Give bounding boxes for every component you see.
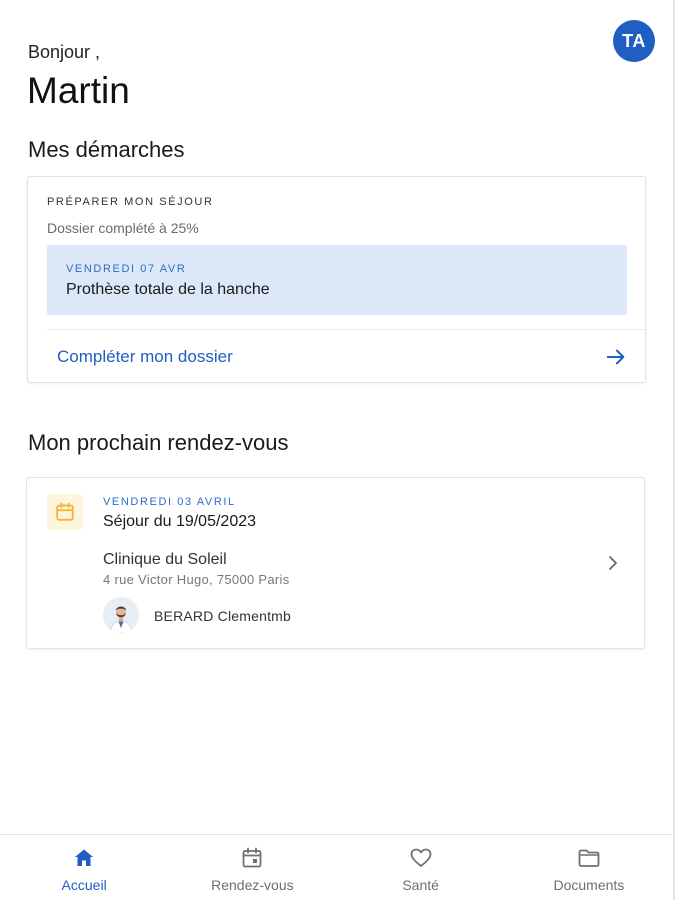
calendar-tile — [47, 494, 83, 530]
user-name: Martin — [27, 70, 130, 111]
arrow-right-icon — [606, 349, 625, 365]
clinic-name: Clinique du Soleil — [103, 551, 227, 568]
nav-item-accueil[interactable]: Accueil — [0, 835, 168, 900]
procedure-name: Prothèse totale de la hanche — [66, 281, 270, 298]
user-avatar[interactable]: TA — [613, 20, 655, 62]
stay-preparation-card: PRÉPARER MON SÉJOUR Dossier complété à 2… — [27, 176, 646, 383]
complete-file-link[interactable]: Compléter mon dossier — [28, 330, 645, 383]
file-progress-text: Dossier complété à 25% — [47, 220, 199, 236]
procedure-box: VENDREDI 07 AVR Prothèse totale de la ha… — [47, 245, 627, 315]
nav-label-accueil: Accueil — [61, 877, 107, 893]
nav-item-rendez-vous[interactable]: Rendez-vous — [168, 835, 336, 900]
appointment-title: Séjour du 19/05/2023 — [103, 513, 257, 530]
greeting-text: Bonjour , — [28, 42, 101, 62]
doctor-illustration — [103, 597, 139, 633]
folder-icon — [578, 849, 600, 867]
avatar-initials: TA — [622, 30, 646, 51]
home-icon — [75, 849, 94, 866]
appointment-card[interactable]: VENDREDI 03 AVRIL Séjour du 19/05/2023 C… — [26, 477, 645, 649]
chevron-right-icon[interactable] — [606, 554, 620, 572]
bottom-navigation: Accueil Rendez-vous Santé Documents — [0, 834, 673, 900]
home-screen: TA Bonjour , Martin Mes démarches PRÉPAR… — [0, 0, 675, 900]
demarches-section-title: Mes démarches — [28, 137, 185, 162]
card-overline: PRÉPARER MON SÉJOUR — [47, 196, 214, 208]
clinic-address: 4 rue Victor Hugo, 75000 Paris — [103, 572, 290, 587]
appointment-date: VENDREDI 03 AVRIL — [103, 496, 236, 508]
nav-item-sante[interactable]: Santé — [337, 835, 505, 900]
next-appointment-section-title: Mon prochain rendez-vous — [28, 430, 289, 455]
nav-label-sante: Santé — [402, 877, 439, 893]
calendar-icon — [242, 847, 262, 868]
nav-label-rendez-vous: Rendez-vous — [211, 877, 294, 893]
doctor-name: BERARD Clementmb — [154, 608, 292, 624]
doctor-avatar — [103, 597, 139, 633]
calendar-icon — [56, 502, 74, 521]
complete-file-label: Compléter mon dossier — [57, 347, 233, 366]
nav-label-documents: Documents — [553, 877, 625, 893]
nav-item-documents[interactable]: Documents — [505, 835, 673, 900]
procedure-date: VENDREDI 07 AVR — [66, 263, 187, 275]
heart-icon — [410, 848, 432, 867]
